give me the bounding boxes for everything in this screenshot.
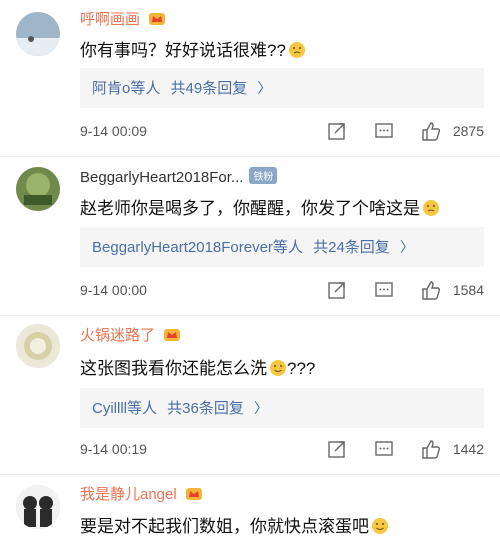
- thinking-emoji-icon: [288, 42, 305, 58]
- crown-badge-icon: [164, 329, 181, 341]
- fan-badge: 铁粉: [249, 167, 278, 184]
- avatar[interactable]: [16, 167, 60, 211]
- replies-summary[interactable]: Cyillll等人 共36条回复 〉: [80, 388, 484, 428]
- comment-text-suffix: ???: [287, 359, 316, 378]
- comment-footer: 9-14 00:19 1442: [80, 438, 490, 462]
- comment-text: 这张图我看你还能怎么洗???: [80, 354, 315, 379]
- reply-users: 阿肯o等人: [92, 80, 161, 97]
- divider: [0, 315, 500, 316]
- comment-text: 要是对不起我们数姐，你就快点滚蛋吧: [80, 512, 389, 537]
- comment-icon[interactable]: [373, 279, 395, 301]
- username-text[interactable]: 我是静儿angel: [80, 486, 177, 503]
- comment-time: 9-14 00:00: [80, 282, 147, 298]
- reply-users: Cyillll等人: [92, 400, 157, 417]
- comment-text-content: 你有事吗？好好说话很难??: [80, 41, 286, 60]
- chevron-right-icon: 〉: [399, 239, 414, 255]
- smile-emoji-icon: [270, 360, 286, 376]
- like-count: 1584: [452, 282, 484, 298]
- like-icon[interactable]: [420, 279, 442, 301]
- thinking-emoji-icon: [423, 200, 439, 216]
- like-icon[interactable]: [420, 438, 442, 460]
- share-icon[interactable]: [326, 120, 348, 142]
- avatar[interactable]: [16, 12, 60, 56]
- reply-users: BeggarlyHeart2018Forever等人: [92, 239, 303, 256]
- comment-text-content: 赵老师你是喝多了，你醒醒，你发了个啥这是: [80, 199, 420, 218]
- comment-icon[interactable]: [373, 438, 395, 460]
- reply-count: 共49条回复: [170, 80, 248, 97]
- smile-emoji-icon: [372, 518, 388, 534]
- like-count: 1442: [452, 441, 484, 457]
- avatar[interactable]: [16, 485, 60, 529]
- divider: [0, 474, 500, 475]
- avatar[interactable]: [16, 324, 60, 368]
- chevron-right-icon: 〉: [254, 400, 269, 416]
- username[interactable]: 火锅迷路了: [80, 324, 181, 345]
- like-icon[interactable]: [420, 120, 442, 142]
- replies-summary[interactable]: 阿肯o等人 共49条回复 〉: [80, 68, 484, 108]
- crown-badge-icon: [185, 488, 202, 500]
- share-icon[interactable]: [326, 279, 348, 301]
- comment-text-content: 要是对不起我们数姐，你就快点滚蛋吧: [80, 517, 369, 536]
- reply-count: 共36条回复: [167, 400, 244, 417]
- comment-text-content: 这张图我看你还能怎么洗: [80, 359, 267, 378]
- share-icon[interactable]: [326, 438, 348, 460]
- comment-text: 赵老师你是喝多了，你醒醒，你发了个啥这是: [80, 194, 440, 219]
- username-text[interactable]: 呼啊画画: [80, 11, 140, 28]
- username[interactable]: 我是静儿angel: [80, 483, 203, 504]
- comment-footer: 9-14 00:09 2875: [80, 120, 490, 144]
- comment-text: 你有事吗？好好说话很难??: [80, 36, 306, 61]
- replies-summary[interactable]: BeggarlyHeart2018Forever等人 共24条回复 〉: [80, 227, 484, 267]
- like-count: 2875: [452, 123, 484, 139]
- comment-icon[interactable]: [373, 120, 395, 142]
- username-text[interactable]: BeggarlyHeart2018For...: [80, 169, 243, 186]
- crown-badge-icon: [149, 13, 166, 25]
- chevron-right-icon: 〉: [257, 80, 272, 96]
- reply-count: 共24条回复: [313, 239, 390, 256]
- divider: [0, 156, 500, 157]
- comment-time: 9-14 00:09: [80, 123, 147, 139]
- comment-footer: 9-14 00:00 1584: [80, 279, 490, 303]
- username[interactable]: 呼啊画画: [80, 8, 166, 29]
- username-text[interactable]: 火锅迷路了: [80, 327, 155, 344]
- username[interactable]: BeggarlyHeart2018For... 铁粉: [80, 167, 278, 186]
- comment-time: 9-14 00:19: [80, 441, 147, 457]
